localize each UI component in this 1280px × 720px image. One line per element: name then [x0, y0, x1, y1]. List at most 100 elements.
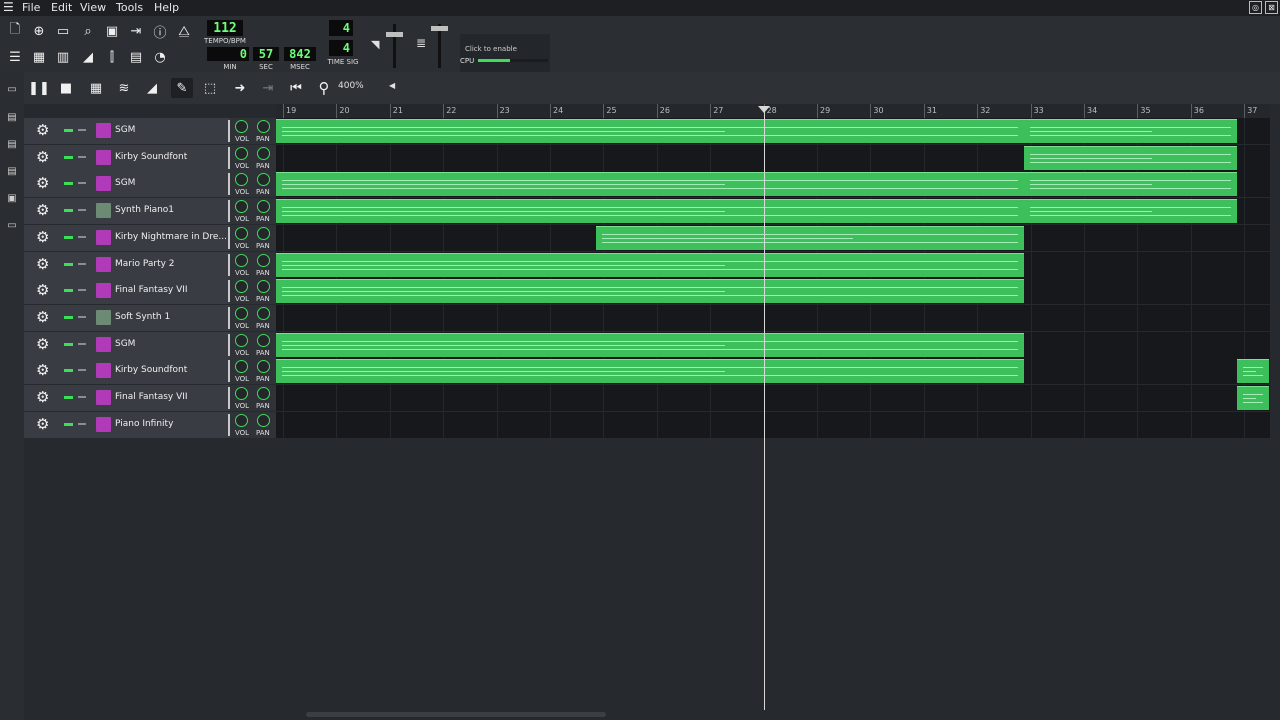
solo-toggle[interactable] [78, 262, 86, 265]
track-lane[interactable] [276, 385, 1270, 411]
stop-button[interactable]: ■ [55, 78, 77, 98]
volume-knob[interactable] [235, 333, 248, 347]
track-name[interactable]: SGM [115, 178, 135, 188]
menu-tools[interactable]: Tools [116, 1, 143, 14]
gear-icon[interactable]: ⚙ [36, 363, 49, 378]
add-beat-track-button[interactable]: ▦ [85, 78, 107, 98]
menu-file[interactable]: File [22, 1, 40, 14]
add-sample-track-button[interactable]: ≋ [113, 78, 135, 98]
pan-knob[interactable] [257, 173, 270, 187]
track-lane[interactable] [276, 304, 1270, 331]
app-menu-icon[interactable]: ☰ [3, 0, 14, 14]
my-projects-icon[interactable]: ▤ [5, 110, 19, 124]
gear-icon[interactable]: ⚙ [36, 390, 49, 405]
mute-toggle[interactable] [64, 342, 73, 346]
track-name[interactable]: Final Fantasy VII [115, 392, 188, 402]
pan-knob[interactable] [257, 360, 270, 374]
menu-view[interactable]: View [80, 1, 106, 14]
pattern-clip[interactable] [596, 225, 1024, 250]
pan-knob[interactable] [257, 306, 270, 320]
pan-knob[interactable] [257, 413, 270, 427]
pattern-clip[interactable] [1023, 119, 1238, 143]
pattern-clip[interactable] [1237, 359, 1270, 384]
track-lane[interactable] [276, 411, 1270, 438]
volume-knob[interactable] [235, 226, 248, 240]
menu-help[interactable]: Help [154, 1, 179, 14]
volume-knob[interactable] [235, 253, 248, 267]
gear-icon[interactable]: ⚙ [36, 336, 49, 352]
stop-behaviour-button[interactable]: ⏮ [285, 78, 307, 98]
playhead-marker[interactable] [757, 106, 770, 113]
track-name[interactable]: Final Fantasy VII [115, 285, 188, 295]
volume-knob[interactable] [235, 120, 248, 133]
pan-knob[interactable] [257, 120, 270, 133]
solo-toggle[interactable] [78, 422, 86, 425]
new-from-template-button[interactable]: ⊕ [29, 21, 49, 41]
volume-knob[interactable] [235, 146, 248, 160]
time-sig-numerator[interactable]: 4 [329, 20, 353, 36]
gear-icon[interactable]: ⚙ [36, 283, 49, 298]
mute-toggle[interactable] [64, 155, 73, 159]
new-project-button[interactable]: 🗋 [5, 21, 25, 41]
menu-edit[interactable]: Edit [51, 1, 72, 14]
mute-toggle[interactable] [64, 235, 73, 239]
restore-window-icon[interactable]: ◎ [1249, 1, 1262, 14]
automation-editor-button[interactable]: ◢ [78, 47, 98, 67]
metronome-button[interactable]: ⧋ [174, 21, 194, 41]
gear-icon[interactable]: ⚙ [36, 416, 49, 432]
whats-this-button[interactable]: ⓘ [150, 21, 170, 41]
track-lane[interactable] [276, 118, 1270, 144]
track-name[interactable]: Mario Party 2 [115, 259, 175, 269]
edit-mode-button[interactable]: ⬚ [199, 78, 221, 98]
track-lane[interactable] [276, 251, 1270, 278]
loop-points-button[interactable]: ⇥ [257, 78, 279, 98]
solo-toggle[interactable] [78, 289, 86, 292]
mute-toggle[interactable] [64, 262, 73, 266]
solo-toggle[interactable] [78, 396, 86, 398]
pattern-clip[interactable] [1023, 172, 1238, 197]
track-name[interactable]: Kirby Soundfont [115, 365, 187, 375]
track-lane[interactable] [276, 171, 1270, 198]
recent-projects-button[interactable]: ⌕ [78, 21, 98, 41]
pan-knob[interactable] [257, 200, 270, 214]
gear-icon[interactable]: ⚙ [36, 309, 49, 325]
pattern-editor-button[interactable]: ▦ [29, 47, 49, 67]
track-lane[interactable] [276, 331, 1270, 358]
save-project-button[interactable]: ▣ [102, 21, 122, 41]
pattern-clip[interactable] [276, 119, 1024, 143]
open-project-button[interactable]: ▭ [53, 21, 73, 41]
pattern-clip[interactable] [276, 172, 1024, 197]
volume-knob[interactable] [235, 306, 248, 320]
master-volume-handle[interactable] [386, 32, 403, 37]
pause-button[interactable]: ❚❚ [28, 78, 50, 98]
mute-toggle[interactable] [64, 289, 73, 293]
volume-knob[interactable] [235, 200, 248, 214]
mixer-button[interactable]: ⫿ [102, 47, 122, 67]
pattern-clip[interactable] [276, 279, 1024, 304]
mute-toggle[interactable] [64, 396, 73, 399]
solo-toggle[interactable] [78, 315, 86, 318]
solo-toggle[interactable] [78, 209, 86, 212]
my-samples-icon[interactable]: ▤ [5, 137, 19, 151]
volume-knob[interactable] [235, 360, 248, 374]
instrument-plugins-icon[interactable]: ▭ [5, 82, 19, 96]
solo-toggle[interactable] [78, 129, 86, 131]
track-lane[interactable] [276, 358, 1270, 385]
master-volume-slider[interactable] [393, 24, 396, 68]
gear-icon[interactable]: ⚙ [36, 256, 49, 272]
pan-knob[interactable] [257, 387, 270, 400]
track-lane[interactable] [276, 278, 1270, 305]
song-editor-button[interactable]: ☰ [5, 47, 25, 67]
pan-knob[interactable] [257, 226, 270, 240]
timeline-ruler[interactable]: 19 20 21 22 23 24 25 26 27 28 29 30 31 32 33 34 35 36 37 [276, 104, 1270, 118]
zoom-dropdown-icon[interactable]: ◀ [389, 81, 395, 90]
pan-knob[interactable] [257, 333, 270, 347]
gear-icon[interactable]: ⚙ [36, 229, 49, 245]
pattern-clip[interactable] [276, 252, 1024, 277]
track-name[interactable]: SGM [115, 339, 135, 349]
computer-icon[interactable]: ▭ [5, 218, 19, 232]
mute-toggle[interactable] [64, 182, 73, 186]
pan-knob[interactable] [257, 146, 270, 160]
add-automation-track-button[interactable]: ◢ [141, 78, 163, 98]
track-lane[interactable] [276, 224, 1270, 251]
